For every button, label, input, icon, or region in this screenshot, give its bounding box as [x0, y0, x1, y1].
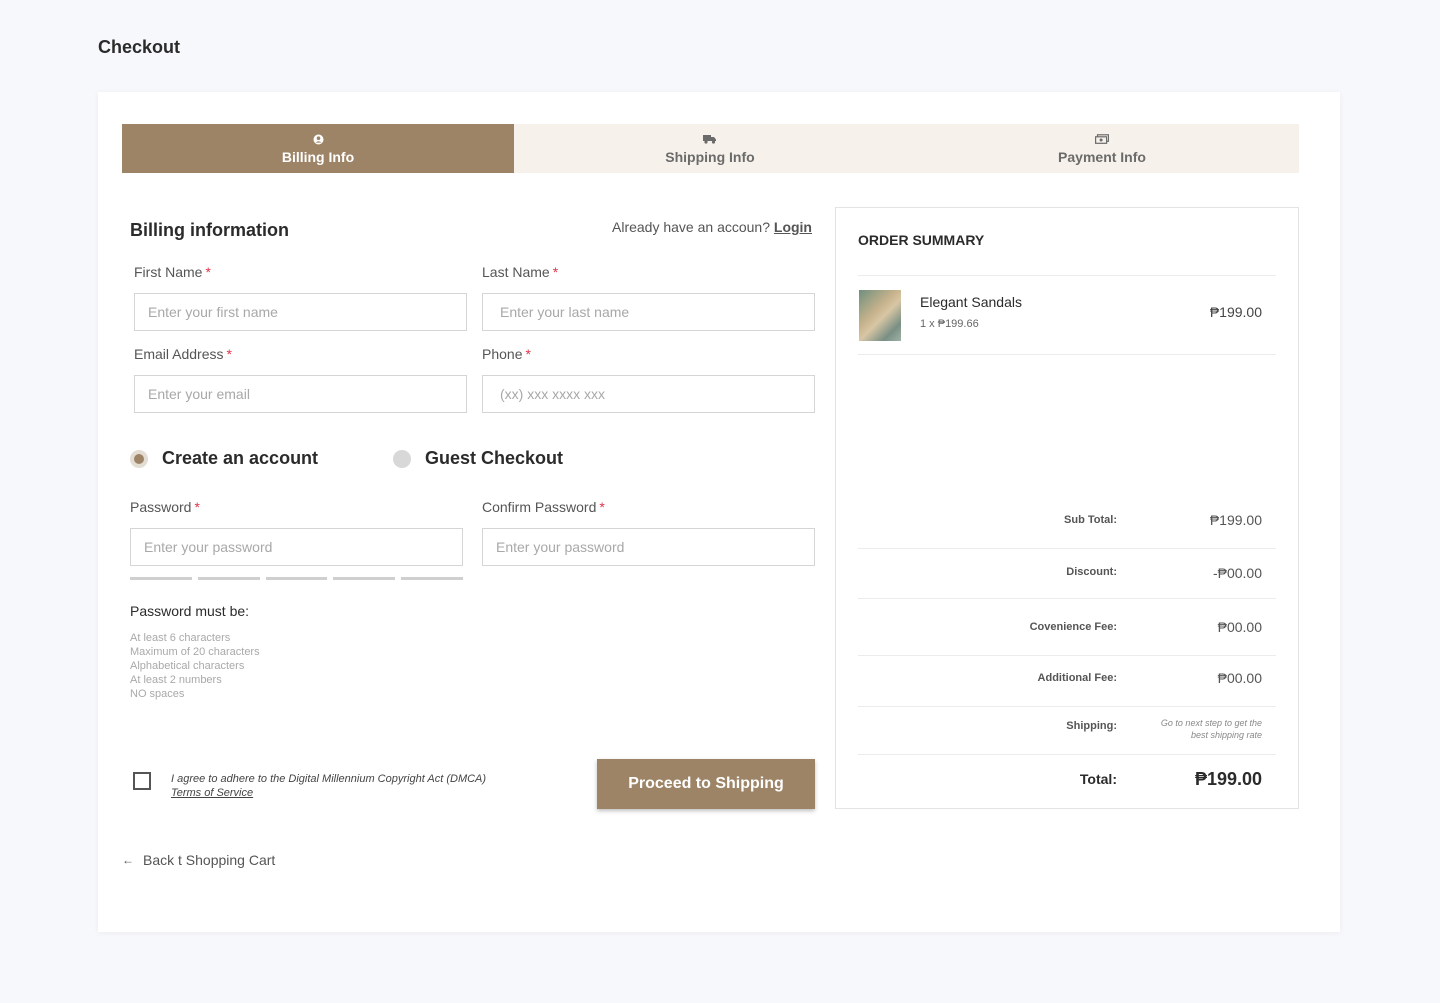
order-summary: ORDER SUMMARY Elegant Sandals 1 x ₱199.6… [835, 207, 1299, 809]
strength-segment [333, 577, 396, 580]
divider [858, 754, 1276, 755]
checkout-card: Billing Info Shipping Info Payment Info … [98, 92, 1340, 932]
agreement-checkbox[interactable] [133, 772, 151, 790]
money-icon [1095, 132, 1109, 146]
discount-value: -₱00.00 [1212, 565, 1262, 581]
back-to-cart-label: Back t Shopping Cart [143, 852, 276, 868]
product-price: ₱199.00 [1209, 304, 1262, 320]
divider [858, 598, 1276, 599]
login-prompt-text: Already have an accoun? [612, 219, 770, 235]
strength-segment [401, 577, 463, 580]
agreement-text: I agree to adhere to the Digital Millenn… [171, 772, 486, 800]
additional-fee-label: Additional Fee: [1037, 672, 1117, 684]
confirm-password-input[interactable] [482, 528, 815, 566]
shipping-note: Go to next step to get the best shipping… [1160, 718, 1262, 740]
radio-unselected-dot [393, 449, 411, 468]
order-summary-title: ORDER SUMMARY [858, 232, 985, 248]
convenience-fee-value: ₱00.00 [1217, 619, 1262, 635]
strength-segment [130, 577, 192, 580]
tab-billing-info[interactable]: Billing Info [122, 124, 514, 173]
password-rule: At least 6 characters [130, 632, 231, 644]
terms-of-service-link[interactable]: Terms of Service [171, 787, 253, 799]
billing-section-title: Billing information [130, 220, 289, 240]
first-name-label: First Name * [134, 264, 211, 280]
product-quantity-price: 1 x ₱199.66 [920, 318, 979, 330]
email-label: Email Address * [134, 346, 232, 362]
radio-selected-dot [130, 449, 148, 468]
tab-shipping-info[interactable]: Shipping Info [514, 124, 906, 173]
password-rule: Alphabetical characters [130, 660, 245, 672]
create-account-label: Create an account [162, 448, 319, 468]
password-rule: Maximum of 20 characters [130, 646, 260, 658]
checkout-steps: Billing Info Shipping Info Payment Info [122, 124, 1299, 173]
tab-payment-info[interactable]: Payment Info [906, 124, 1298, 173]
total-label: Total: [1079, 771, 1117, 787]
password-rules-list: At least 6 characters Maximum of 20 char… [130, 631, 260, 701]
proceed-to-shipping-button[interactable]: Proceed to Shipping [597, 759, 815, 809]
strength-segment [265, 577, 328, 580]
create-account-radio[interactable]: Create an account [130, 448, 318, 469]
product-name[interactable]: Elegant Sandals [920, 294, 1022, 310]
divider [858, 548, 1276, 549]
guest-checkout-radio[interactable]: Guest Checkout [393, 448, 563, 469]
login-prompt: Already have an accoun? Login [612, 219, 812, 235]
product-thumbnail[interactable] [859, 290, 901, 341]
last-name-label: Last Name * [482, 264, 559, 280]
convenience-fee-label: Covenience Fee: [1029, 621, 1117, 633]
subtotal-label: Sub Total: [1064, 514, 1117, 526]
tab-payment-info-label: Payment Info [1058, 149, 1146, 165]
strength-segment [197, 577, 260, 580]
truck-icon [703, 132, 717, 146]
subtotal-value: ₱199.00 [1209, 512, 1262, 528]
additional-fee-value: ₱00.00 [1217, 670, 1262, 686]
login-link[interactable]: Login [774, 219, 812, 235]
password-strength-meter [130, 577, 463, 580]
divider [858, 706, 1276, 707]
password-label: Password * [130, 499, 200, 515]
divider [858, 275, 1276, 276]
divider [858, 655, 1276, 656]
first-name-input[interactable] [134, 293, 467, 331]
tab-shipping-info-label: Shipping Info [665, 149, 755, 165]
password-input[interactable] [130, 528, 463, 566]
email-input[interactable] [134, 375, 467, 413]
divider [858, 354, 1276, 355]
password-rules-title: Password must be: [130, 603, 250, 619]
total-value: ₱199.00 [1194, 769, 1262, 789]
password-rule: At least 2 numbers [130, 674, 222, 686]
shipping-label: Shipping: [1066, 720, 1117, 732]
phone-label: Phone * [482, 346, 531, 362]
last-name-input[interactable] [482, 293, 815, 331]
arrow-left-icon: ← [122, 853, 134, 867]
guest-checkout-label: Guest Checkout [425, 448, 564, 468]
user-circle-icon [313, 132, 324, 146]
back-to-cart-link[interactable]: ← Back t Shopping Cart [122, 852, 275, 868]
discount-label: Discount: [1066, 566, 1117, 578]
phone-input[interactable] [482, 375, 815, 413]
tab-billing-info-label: Billing Info [281, 149, 355, 165]
password-rule: NO spaces [130, 688, 185, 700]
confirm-password-label: Confirm Password * [482, 499, 605, 515]
agreement-label: I agree to adhere to the Digital Millenn… [171, 773, 487, 785]
page-title: Checkout [98, 37, 181, 57]
